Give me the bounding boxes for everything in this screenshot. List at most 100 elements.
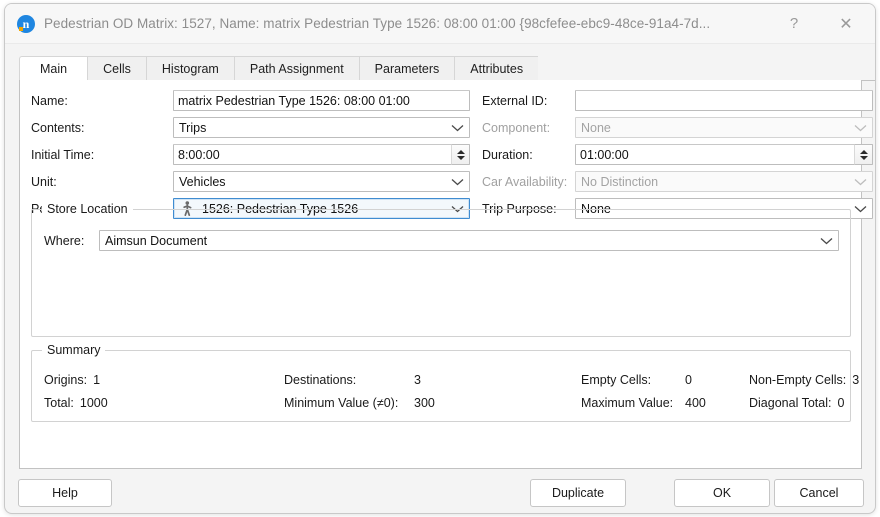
- dialog-window: n Pedestrian OD Matrix: 1527, Name: matr…: [4, 3, 876, 514]
- duration-field-wrap: [575, 144, 873, 165]
- stepper-up-icon[interactable]: [452, 145, 469, 155]
- initial-time-input[interactable]: [173, 144, 451, 165]
- external-id-label: External ID:: [482, 94, 575, 108]
- cancel-button[interactable]: Cancel: [774, 479, 864, 507]
- form-row-name: Name: External ID:: [31, 90, 851, 111]
- contents-combo-wrap: Trips: [173, 117, 470, 138]
- summary-destinations: Destinations: 3: [284, 373, 581, 387]
- external-id-field-wrap: [575, 90, 873, 111]
- unit-value: Vehicles: [179, 175, 445, 189]
- dialog-button-bar: Help Duplicate OK Cancel: [5, 474, 876, 514]
- duration-stepper[interactable]: [854, 144, 873, 165]
- summary-empty-cells: Empty Cells: 0: [581, 373, 749, 387]
- chevron-down-icon: [445, 178, 469, 186]
- maximum-value-value: 400: [685, 396, 706, 410]
- where-combobox[interactable]: Aimsun Document: [99, 230, 839, 251]
- stepper-down-icon[interactable]: [855, 155, 872, 165]
- name-field-wrap: [173, 90, 470, 111]
- unit-label: Unit:: [31, 175, 173, 189]
- tab-cells[interactable]: Cells: [87, 56, 146, 81]
- tab-parameters[interactable]: Parameters: [359, 56, 455, 81]
- diagonal-total-label: Diagonal Total:: [749, 396, 831, 410]
- summary-origins: Origins: 1: [44, 373, 284, 387]
- car-availability-label: Car Availability:: [482, 175, 575, 189]
- ok-button[interactable]: OK: [674, 479, 770, 507]
- empty-cells-label: Empty Cells:: [581, 373, 685, 387]
- summary-total: Total: 1000: [44, 396, 284, 410]
- tab-bar-filler: [538, 56, 875, 81]
- help-icon[interactable]: ?: [771, 4, 817, 43]
- component-value: None: [581, 121, 848, 135]
- diagonal-total-value: 0: [837, 396, 844, 410]
- origins-label: Origins:: [44, 373, 87, 387]
- name-input[interactable]: [173, 90, 470, 111]
- destinations-label: Destinations:: [284, 373, 414, 387]
- title-bar-controls: ? ✕: [771, 4, 875, 43]
- maximum-value-label: Maximum Value:: [581, 396, 685, 410]
- component-combobox: None: [575, 117, 873, 138]
- stepper-up-icon[interactable]: [855, 145, 872, 155]
- properties-form: Name: External ID: Contents: Trips: [31, 90, 851, 225]
- initial-time-stepper[interactable]: [451, 144, 470, 165]
- component-label: Component:: [482, 121, 575, 135]
- non-empty-cells-value: 3: [852, 373, 859, 387]
- store-location-group: Store Location Where: Aimsun Document: [31, 209, 851, 337]
- summary-maximum-value: Maximum Value: 400: [581, 396, 749, 410]
- window-title: Pedestrian OD Matrix: 1527, Name: matrix…: [44, 16, 710, 31]
- summary-row: Total: 1000 Minimum Value (≠0): 300 Maxi…: [44, 391, 839, 414]
- chevron-down-icon: [848, 178, 872, 186]
- external-id-input[interactable]: [575, 90, 873, 111]
- where-value: Aimsun Document: [105, 234, 814, 248]
- main-tab-panel: Name: External ID: Contents: Trips: [19, 80, 862, 469]
- contents-value: Trips: [179, 121, 445, 135]
- summary-row: Origins: 1 Destinations: 3 Empty Cells: …: [44, 368, 839, 391]
- tab-attributes[interactable]: Attributes: [454, 56, 538, 81]
- car-availability-combo-wrap: No Distinction: [575, 171, 873, 192]
- empty-cells-value: 0: [685, 373, 692, 387]
- where-combo-wrap: Aimsun Document: [99, 230, 839, 251]
- duplicate-button[interactable]: Duplicate: [530, 479, 626, 507]
- total-label: Total:: [44, 396, 74, 410]
- app-icon-chip: [19, 27, 23, 31]
- where-label: Where:: [44, 234, 99, 248]
- duration-input[interactable]: [575, 144, 854, 165]
- car-availability-value: No Distinction: [581, 175, 848, 189]
- summary-group: Summary Origins: 1 Destinations: 3 Empty…: [31, 350, 851, 422]
- app-icon: n: [17, 15, 35, 33]
- component-combo-wrap: None: [575, 117, 873, 138]
- tab-histogram[interactable]: Histogram: [146, 56, 234, 81]
- car-availability-combobox: No Distinction: [575, 171, 873, 192]
- form-row-contents: Contents: Trips Component: None: [31, 117, 851, 138]
- title-bar: n Pedestrian OD Matrix: 1527, Name: matr…: [5, 4, 875, 44]
- summary-grid: Origins: 1 Destinations: 3 Empty Cells: …: [44, 368, 839, 414]
- chevron-down-icon: [848, 124, 872, 132]
- form-row-unit: Unit: Vehicles Car Availability: No Dist…: [31, 171, 851, 192]
- minimum-value-label: Minimum Value (≠0):: [284, 396, 414, 410]
- stepper-down-icon[interactable]: [452, 155, 469, 165]
- total-value: 1000: [80, 396, 108, 410]
- chevron-down-icon: [445, 124, 469, 132]
- help-button[interactable]: Help: [18, 479, 112, 507]
- initial-time-spinbox: [173, 144, 470, 165]
- tab-path-assignment[interactable]: Path Assignment: [234, 56, 359, 81]
- name-label: Name:: [31, 94, 173, 108]
- duration-spinbox: [575, 144, 873, 165]
- contents-label: Contents:: [31, 121, 173, 135]
- contents-combobox[interactable]: Trips: [173, 117, 470, 138]
- initial-time-label: Initial Time:: [31, 148, 173, 162]
- non-empty-cells-label: Non-Empty Cells:: [749, 373, 846, 387]
- tab-bar: Main Cells Histogram Path Assignment Par…: [19, 55, 875, 81]
- origins-value: 1: [93, 373, 100, 387]
- initial-time-field-wrap: [173, 144, 470, 165]
- store-location-title: Store Location: [42, 202, 133, 216]
- summary-title: Summary: [42, 343, 105, 357]
- form-row-initial-time: Initial Time: Duration:: [31, 144, 851, 165]
- minimum-value-value: 300: [414, 396, 435, 410]
- close-icon[interactable]: ✕: [817, 4, 875, 43]
- chevron-down-icon: [848, 205, 872, 213]
- summary-minimum-value: Minimum Value (≠0): 300: [284, 396, 581, 410]
- destinations-value: 3: [414, 373, 421, 387]
- unit-combobox[interactable]: Vehicles: [173, 171, 470, 192]
- tab-main[interactable]: Main: [19, 56, 87, 81]
- summary-non-empty-cells: Non-Empty Cells: 3: [749, 373, 859, 387]
